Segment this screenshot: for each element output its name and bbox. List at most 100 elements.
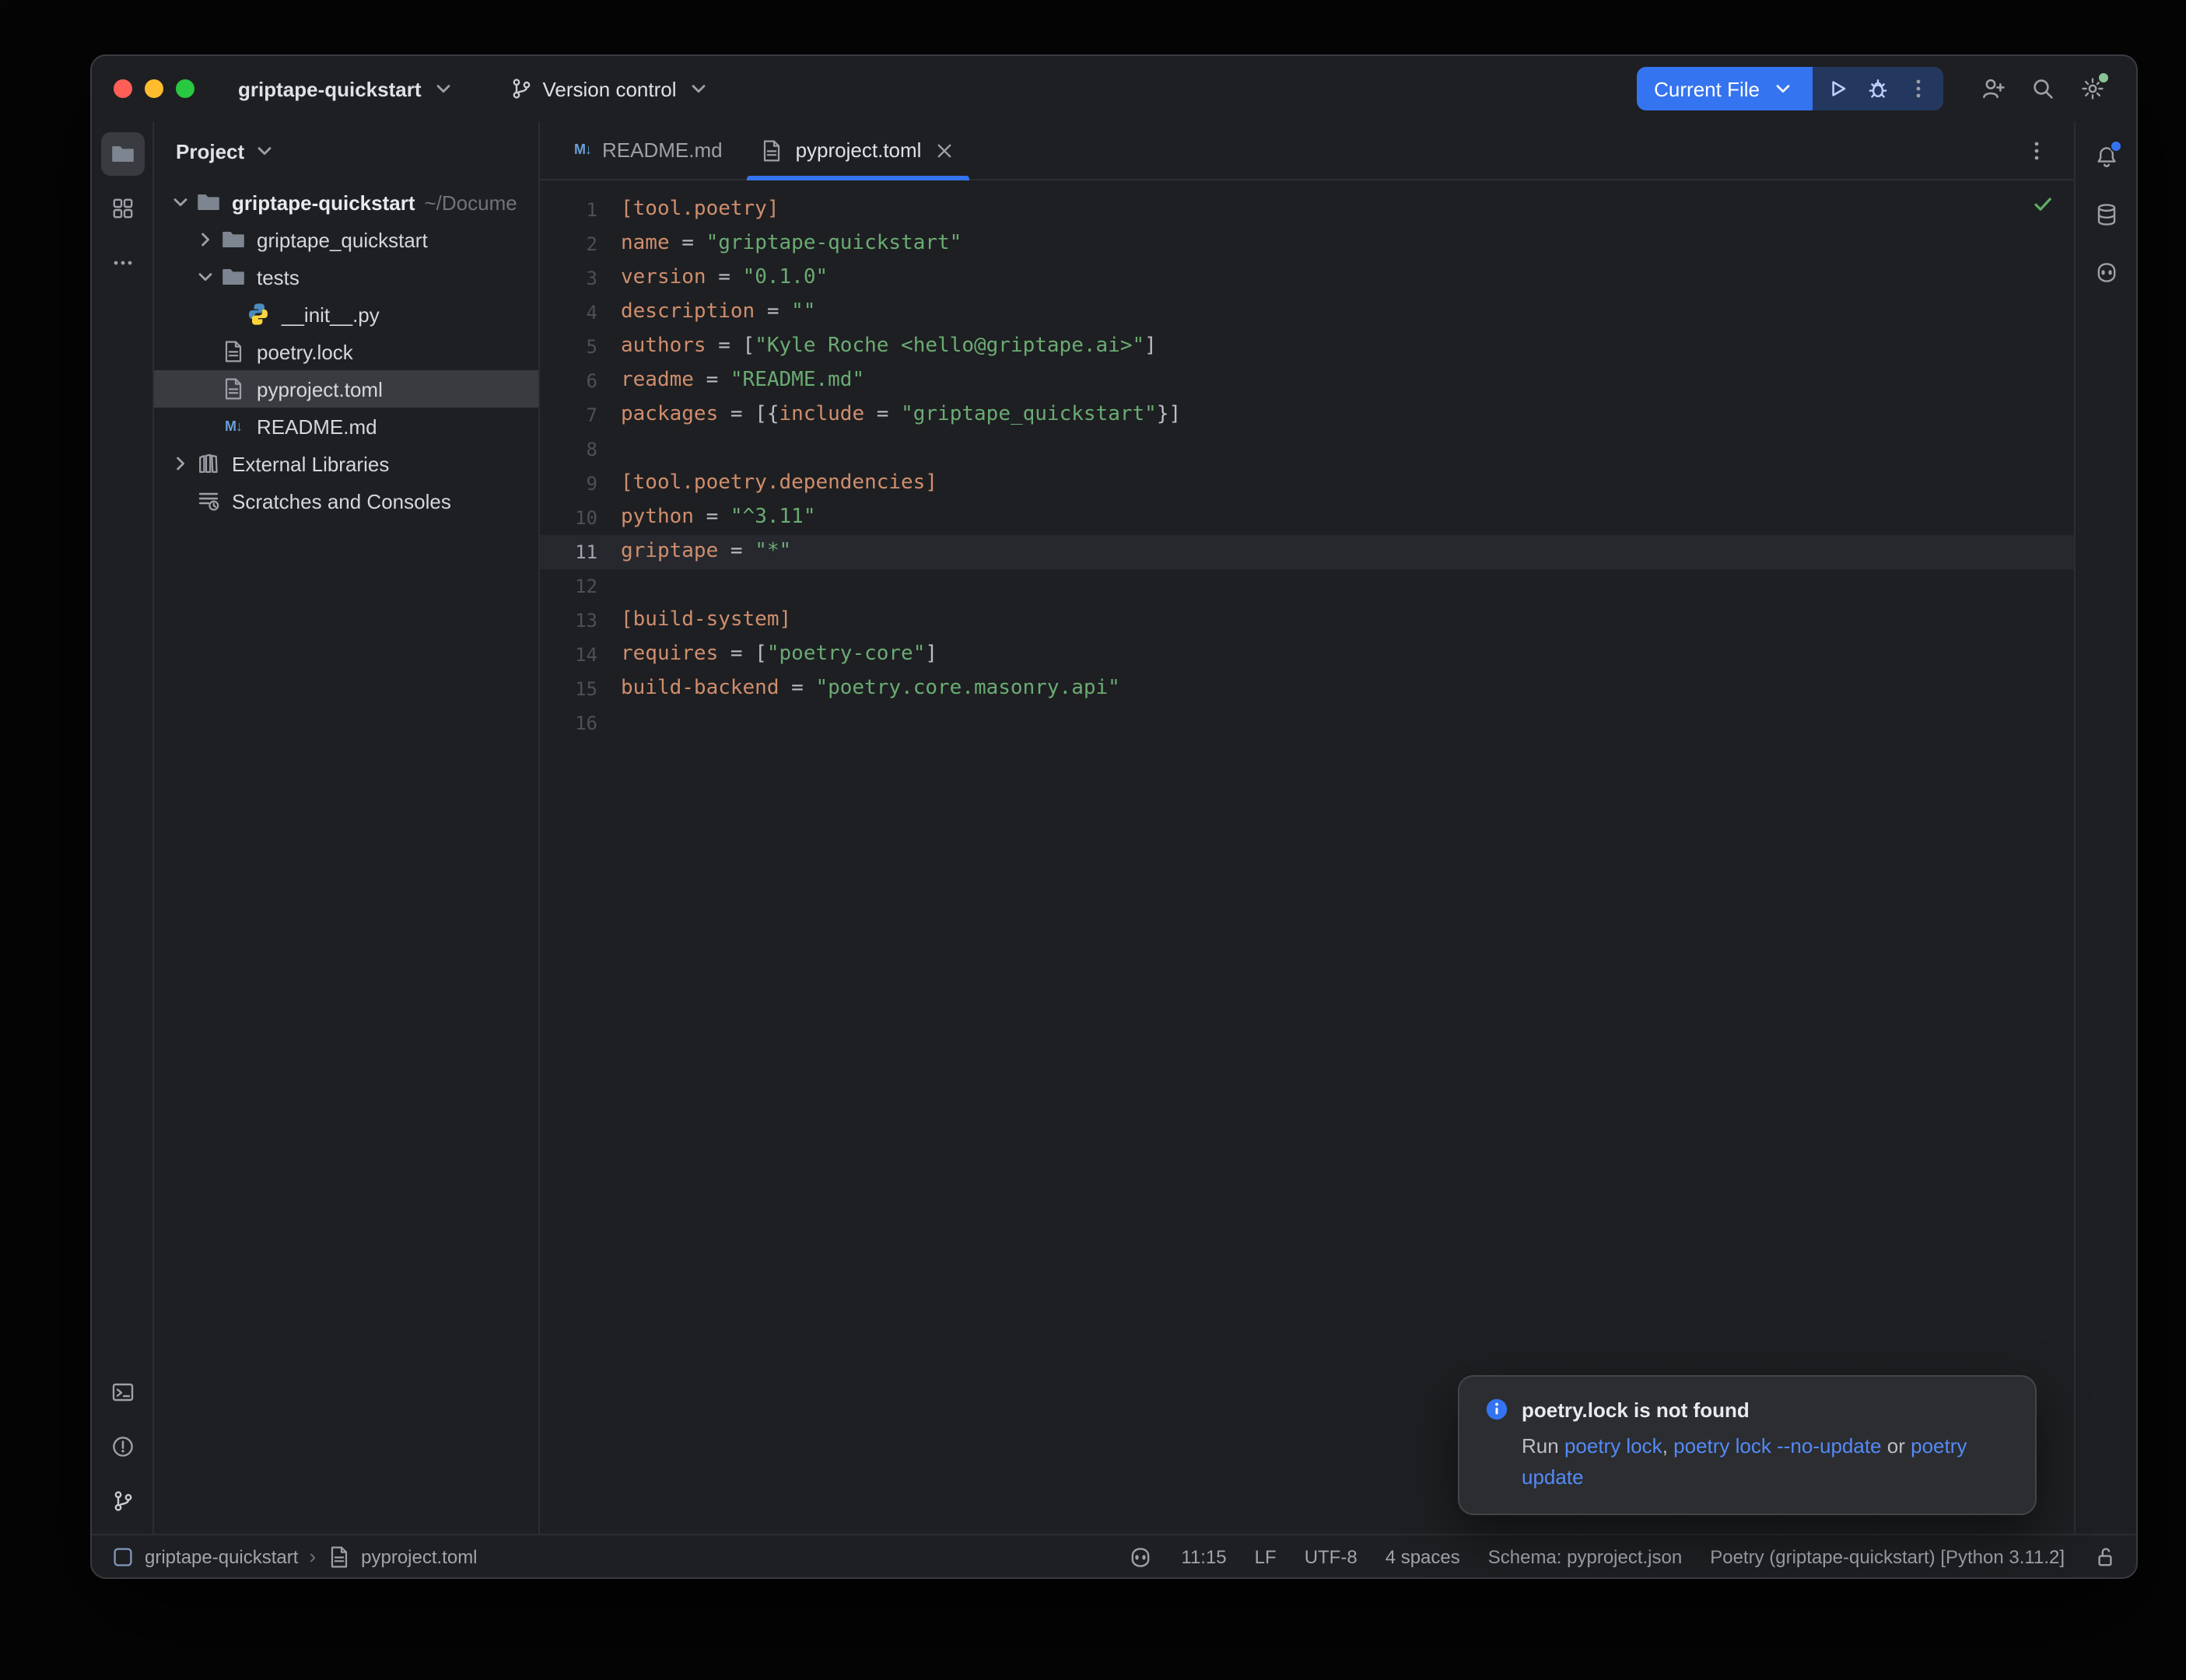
tree-item-label: pyproject.toml xyxy=(257,377,383,401)
tree-item-readme-md[interactable]: M↓README.md xyxy=(154,408,538,445)
tree-item-tests[interactable]: tests xyxy=(154,258,538,296)
tree-item-label: griptape-quickstart xyxy=(232,191,415,214)
folder-icon xyxy=(194,190,222,215)
code-text: packages = [{include = "griptape_quickst… xyxy=(621,398,1181,432)
lock-icon[interactable] xyxy=(2093,1544,2118,1569)
terminal-tool-icon[interactable] xyxy=(100,1370,144,1414)
code-line-2[interactable]: 2name = "griptape-quickstart" xyxy=(540,227,2074,261)
breadcrumb-pyproject-toml[interactable]: pyproject.toml xyxy=(327,1544,477,1569)
tree-item-external-libraries[interactable]: External Libraries xyxy=(154,445,538,482)
config-file-icon xyxy=(760,138,785,163)
breadcrumb-label: griptape-quickstart xyxy=(145,1545,298,1567)
window-close-button[interactable] xyxy=(114,79,132,98)
git-branch-tool-icon[interactable] xyxy=(100,1479,144,1523)
inspection-ok-icon[interactable] xyxy=(2030,191,2055,216)
settings-gear-icon[interactable] xyxy=(2071,67,2114,110)
debug-icon[interactable] xyxy=(1858,67,1898,110)
add-user-icon[interactable] xyxy=(1971,67,2015,110)
notification-link-poetry-lock-no-update[interactable]: poetry lock --no-update xyxy=(1673,1434,1881,1458)
folder-tool-icon[interactable] xyxy=(100,132,144,176)
project-panel-title: Project xyxy=(176,139,244,163)
code-line-13[interactable]: 13[build-system] xyxy=(540,604,2074,638)
code-line-8[interactable]: 8 xyxy=(540,432,2074,467)
toolbar-icons xyxy=(1971,67,2114,110)
tree-item-griptape-quickstart[interactable]: griptape-quickstart~/Docume xyxy=(154,184,538,221)
breadcrumb-label: pyproject.toml xyxy=(361,1545,477,1567)
tree-item-pyproject-toml[interactable]: pyproject.toml xyxy=(154,370,538,408)
code-line-7[interactable]: 7packages = [{include = "griptape_quicks… xyxy=(540,398,2074,432)
breadcrumbs: griptape-quickstart›pyproject.toml xyxy=(110,1544,478,1569)
notification-title: poetry.lock is not found xyxy=(1522,1398,1750,1421)
status-encoding[interactable]: UTF-8 xyxy=(1305,1545,1357,1567)
code-line-14[interactable]: 14requires = ["poetry-core"] xyxy=(540,638,2074,672)
breadcrumb-griptape-quickstart[interactable]: griptape-quickstart xyxy=(110,1544,298,1569)
ai-status-icon[interactable] xyxy=(1128,1544,1153,1569)
editor-area: M↓README.md pyproject.toml 1[tool.poetry]… xyxy=(540,121,2074,1534)
status-line-ending[interactable]: LF xyxy=(1255,1545,1277,1567)
notification-title-row: poetry.lock is not found xyxy=(1484,1397,2010,1422)
status-schema[interactable]: Schema: pyproject.json xyxy=(1488,1545,1682,1567)
database-icon[interactable] xyxy=(2084,193,2128,236)
bell-icon[interactable] xyxy=(2084,135,2128,179)
code-text: version = "0.1.0" xyxy=(621,261,828,296)
code-line-12[interactable]: 12 xyxy=(540,569,2074,604)
code-line-5[interactable]: 5authors = ["Kyle Roche <hello@griptape.… xyxy=(540,330,2074,364)
tree-item-griptape-quickstart[interactable]: griptape_quickstart xyxy=(154,221,538,258)
folder-icon xyxy=(219,264,247,289)
tree-item-scratches-and-consoles[interactable]: Scratches and Consoles xyxy=(154,482,538,520)
markdown-icon: M↓ xyxy=(574,143,591,157)
close-tab-icon[interactable] xyxy=(932,138,957,163)
tab-pyproject-toml[interactable]: pyproject.toml xyxy=(741,121,976,179)
chevron-down-icon[interactable] xyxy=(166,190,194,215)
code-line-4[interactable]: 4description = "" xyxy=(540,296,2074,330)
tab-list: M↓README.md pyproject.toml xyxy=(555,121,976,179)
title-bar: griptape-quickstart Version control Curr… xyxy=(92,56,2136,121)
desktop-background: griptape-quickstart Version control Curr… xyxy=(0,0,2186,1680)
notification-link-poetry-lock[interactable]: poetry lock xyxy=(1564,1434,1662,1458)
project-switcher[interactable]: griptape-quickstart xyxy=(226,67,468,110)
notification-text: or xyxy=(1882,1434,1911,1458)
code-line-6[interactable]: 6readme = "README.md" xyxy=(540,364,2074,398)
chevron-right-icon[interactable] xyxy=(191,227,219,252)
run-configuration-label: Current File xyxy=(1654,77,1760,100)
chevron-down-icon[interactable] xyxy=(191,264,219,289)
line-number: 10 xyxy=(540,501,621,535)
code-line-11[interactable]: 11griptape = "*" xyxy=(540,535,2074,569)
code-line-9[interactable]: 9[tool.poetry.dependencies] xyxy=(540,467,2074,501)
window-minimize-button[interactable] xyxy=(145,79,163,98)
tab-readme-md[interactable]: M↓README.md xyxy=(555,121,741,179)
code-line-3[interactable]: 3version = "0.1.0" xyxy=(540,261,2074,296)
line-number: 13 xyxy=(540,604,621,638)
problems-tool-icon[interactable] xyxy=(100,1425,144,1468)
more-run-options-icon[interactable] xyxy=(1898,67,1939,110)
project-panel-header[interactable]: Project xyxy=(154,121,538,180)
line-number: 6 xyxy=(540,364,621,398)
ai-assistant-icon[interactable] xyxy=(2084,250,2128,294)
window-zoom-button[interactable] xyxy=(176,79,194,98)
library-icon xyxy=(194,451,222,476)
code-line-10[interactable]: 10python = "^3.11" xyxy=(540,501,2074,535)
folder-icon xyxy=(219,227,247,252)
status-interpreter[interactable]: Poetry (griptape-quickstart) [Python 3.1… xyxy=(1710,1545,2065,1567)
structure-tool-icon[interactable] xyxy=(100,187,144,230)
code-line-16[interactable]: 16 xyxy=(540,706,2074,740)
tree-item-label: Scratches and Consoles xyxy=(232,489,451,513)
tree-item-label: External Libraries xyxy=(232,452,389,475)
tree-item-poetry-lock[interactable]: poetry.lock xyxy=(154,333,538,370)
code-editor[interactable]: 1[tool.poetry]2name = "griptape-quicksta… xyxy=(540,180,2074,1534)
search-icon[interactable] xyxy=(2021,67,2065,110)
status-caret-position[interactable]: 11:15 xyxy=(1181,1545,1226,1567)
code-line-1[interactable]: 1[tool.poetry] xyxy=(540,193,2074,227)
tree-item-init-py[interactable]: __init__.py xyxy=(154,296,538,333)
tab-label: pyproject.toml xyxy=(796,138,922,162)
vcs-widget[interactable]: Version control xyxy=(496,67,723,110)
code-line-15[interactable]: 15build-backend = "poetry.core.masonry.a… xyxy=(540,672,2074,706)
markdown-icon: M↓ xyxy=(219,419,247,433)
tab-options-icon[interactable] xyxy=(2015,128,2058,172)
run-configuration-button[interactable]: Current File xyxy=(1637,67,1813,110)
run-icon[interactable] xyxy=(1817,67,1858,110)
line-number: 1 xyxy=(540,193,621,227)
chevron-right-icon[interactable] xyxy=(166,451,194,476)
more-horizontal-tool-icon[interactable] xyxy=(100,241,144,285)
status-indent[interactable]: 4 spaces xyxy=(1386,1545,1460,1567)
